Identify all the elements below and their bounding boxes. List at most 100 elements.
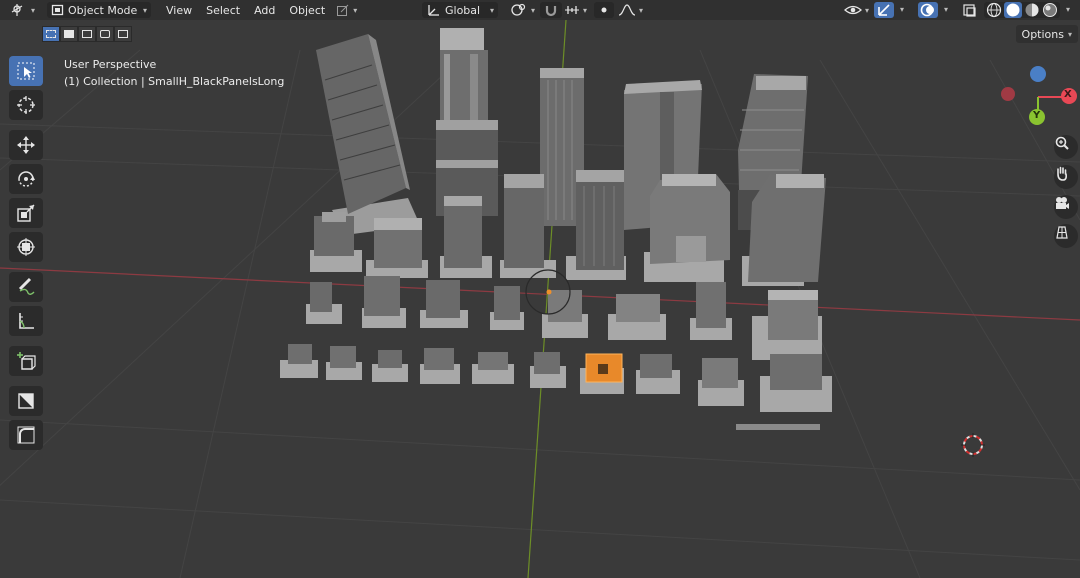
select-new-button[interactable] [42,26,60,42]
chevron-down-icon: ▾ [865,5,870,15]
gizmo-toggle[interactable] [874,2,894,18]
transform-tool[interactable] [9,232,43,262]
ruler-icon [19,313,34,329]
3d-viewport[interactable]: X Y [0,20,1080,578]
menu-select[interactable]: Select [199,1,247,19]
chevron-down-icon[interactable]: ▾ [1066,5,1070,14]
bevel-tool[interactable] [9,420,43,450]
selection-mode-group [42,26,132,42]
gizmo-z-axis [1030,66,1046,82]
chevron-down-icon[interactable]: ▾ [944,5,948,14]
chevron-down-icon: ▾ [31,5,36,15]
zoom-icon [1055,136,1069,150]
snap-toggle[interactable] [540,2,562,18]
chevron-down-icon: ▾ [531,5,536,15]
select-intersect-button[interactable] [114,26,132,42]
wireframe-shading-icon[interactable] [986,2,1002,18]
select-invert-button[interactable] [96,26,114,42]
pivot-point-icon [511,3,526,16]
tool-shelf [9,56,45,454]
active-object-label: (1) Collection | SmallH_BlackPanelsLong [64,75,285,88]
select-subtract-button[interactable] [78,26,96,42]
gizmo-x-label: X [1064,89,1072,100]
chevron-down-icon: ▾ [583,5,588,15]
camera-icon [1056,197,1069,209]
proportional-editing-icon [601,7,607,13]
options-label: Options [1021,27,1064,41]
rotate-icon [18,171,35,187]
building-mid-2[interactable] [366,218,428,278]
cursor-tool[interactable] [9,90,43,120]
gizmo-y-label: Y [1033,110,1041,121]
select-extend-button[interactable] [60,26,78,42]
chevron-down-icon: ▾ [1067,29,1072,39]
menu-object[interactable]: Object [282,1,332,19]
building-small-row4[interactable] [280,344,832,430]
object-origin-dot [546,289,552,295]
move-tool[interactable] [9,130,43,160]
building-low-row3[interactable] [306,276,822,360]
extrude-tool[interactable] [9,386,43,416]
gizmo-neg-x-axis [1001,87,1015,101]
pencil-icon [18,277,35,295]
object-interaction-mode[interactable]: ▾ [332,2,361,18]
building-mid-6[interactable] [644,174,730,282]
select-invert-icon [100,30,110,38]
xray-icon [963,4,976,17]
select-cursor-icon [17,62,35,80]
3d-cursor-icon[interactable] [961,433,985,457]
add-cube-tool[interactable] [9,346,43,376]
measure-tool[interactable] [9,306,43,336]
overlays-icon [920,3,934,17]
perspective-toggle-button[interactable] [1054,224,1078,248]
material-shading-icon[interactable] [1024,2,1040,18]
object-mode-icon [51,4,64,16]
camera-view-button[interactable] [1054,195,1078,219]
select-subtract-icon [82,30,92,38]
shading-mode-group [984,2,1060,18]
add-cube-icon [17,352,36,370]
viewport-scene [0,20,1080,578]
transform-orientation-selector[interactable]: Global ▾ [422,2,498,18]
viewport-header: ▾ Object Mode ▾ View Select Add Object ▾… [0,0,1080,20]
snap-magnet-icon [545,6,557,17]
solid-shading-icon[interactable] [1004,2,1022,18]
menu-view[interactable]: View [159,1,199,19]
rotate-tool[interactable] [9,164,43,194]
pivot-point-selector[interactable]: ▾ [506,2,539,18]
annotate-tool[interactable] [9,272,43,302]
visibility-selector[interactable]: ▾ [840,2,873,18]
tool-settings-bar: Options ▾ [0,22,1080,46]
bevel-icon [17,426,35,444]
selected-building[interactable] [580,353,624,394]
perspective-label: User Perspective [64,58,157,71]
rendered-shading-icon[interactable] [1042,2,1058,18]
menu-add[interactable]: Add [247,1,282,19]
falloff-curve-icon [618,4,636,16]
editor-type-selector[interactable]: ▾ [6,2,39,18]
snap-increment-icon [565,6,579,14]
scale-tool[interactable] [9,198,43,228]
select-box-tool[interactable] [9,56,43,86]
chevron-down-icon[interactable]: ▾ [900,5,904,14]
proportional-editing-toggle[interactable] [594,2,614,18]
chevron-down-icon: ▾ [353,5,358,15]
chevron-down-icon: ▾ [143,5,148,15]
snap-target-selector[interactable]: ▾ [560,2,591,18]
pan-button[interactable] [1054,165,1078,189]
select-new-icon [46,30,56,38]
viewport-info: User Perspective (1) Collection | SmallH… [64,56,284,90]
hand-icon [1057,166,1067,181]
building-tall-2[interactable] [436,28,498,216]
building-tall-1[interactable] [316,34,420,235]
3d-cursor-tool-icon [17,96,35,114]
zoom-button[interactable] [1054,135,1078,159]
select-extend-icon [64,30,74,38]
options-dropdown[interactable]: Options ▾ [1015,25,1078,43]
overlays-toggle[interactable] [918,2,938,18]
mode-selector[interactable]: Object Mode ▾ [47,2,152,18]
select-intersect-icon [118,30,128,38]
xray-toggle[interactable] [960,2,980,18]
move-arrows-icon [17,136,35,154]
proportional-falloff-selector[interactable]: ▾ [614,2,647,18]
